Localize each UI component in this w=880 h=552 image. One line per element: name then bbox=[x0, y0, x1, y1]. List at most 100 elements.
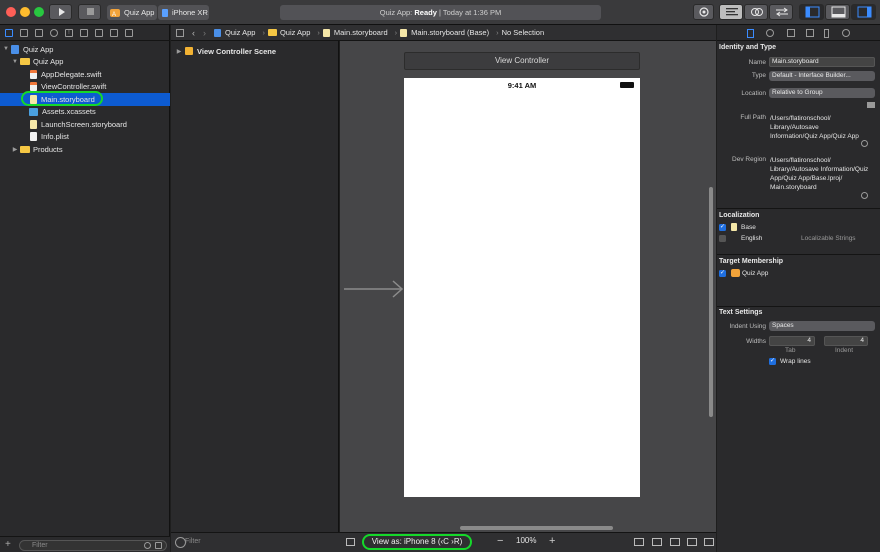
section-title-text-settings: Text Settings bbox=[719, 309, 763, 316]
find-navigator-tab-icon[interactable] bbox=[50, 28, 58, 37]
standard-editor-button[interactable] bbox=[719, 4, 743, 20]
tree-item-label: Info.plist bbox=[41, 132, 69, 142]
project-navigator-tab-icon[interactable] bbox=[5, 28, 13, 37]
forward-chevron-icon[interactable]: › bbox=[203, 28, 206, 38]
toggle-navigator-button[interactable] bbox=[799, 4, 824, 20]
source-control-tab-icon[interactable] bbox=[20, 28, 28, 37]
status-app: Quiz App: bbox=[379, 8, 415, 17]
loc-english-checkbox[interactable] bbox=[719, 235, 726, 242]
tree-item-project[interactable]: ▼ Quiz App bbox=[0, 43, 170, 56]
identity-inspector-tab-icon[interactable] bbox=[787, 29, 795, 37]
breadcrumb-separator-icon: › bbox=[394, 28, 398, 37]
breadcrumb-group[interactable]: Quiz App bbox=[267, 28, 311, 37]
jump-bar: ‹ › Quiz App › Quiz App › Main.storyboar… bbox=[171, 25, 716, 41]
type-value: Default - Interface Builder... bbox=[772, 72, 851, 79]
attributes-inspector-tab-icon[interactable] bbox=[806, 29, 814, 37]
disclosure-closed-icon[interactable]: ▶ bbox=[12, 146, 18, 153]
loc-base-checkbox[interactable]: ✓ bbox=[719, 224, 726, 231]
outline-item-scene[interactable]: ▶ View Controller Scene bbox=[171, 45, 339, 58]
version-editor-button[interactable] bbox=[769, 4, 793, 20]
tree-item-appdelegate[interactable]: AppDelegate.swift bbox=[0, 68, 170, 81]
breadcrumb-file[interactable]: Main.storyboard bbox=[322, 28, 388, 37]
tree-item-info-plist[interactable]: Info.plist bbox=[0, 131, 170, 144]
zoom-in-icon[interactable]: + bbox=[549, 535, 555, 547]
breadcrumb-localization[interactable]: Main.storyboard (Base) bbox=[400, 28, 489, 37]
embed-in-stack-icon[interactable] bbox=[634, 538, 644, 546]
breadcrumb-separator-icon: › bbox=[262, 28, 265, 37]
breadcrumb-label: Quiz App bbox=[279, 28, 311, 37]
assistant-editor-button[interactable] bbox=[744, 4, 768, 20]
tree-item-label: AppDelegate.swift bbox=[41, 69, 102, 79]
debug-navigator-tab-icon[interactable] bbox=[95, 28, 103, 37]
add-constraints-icon[interactable] bbox=[687, 538, 697, 546]
modified-files-icon[interactable] bbox=[155, 542, 162, 549]
view-as-device-button[interactable]: View as: iPhone 8 (‹C ›R) bbox=[362, 534, 472, 550]
recent-files-icon[interactable] bbox=[144, 542, 151, 549]
align-icon[interactable] bbox=[670, 538, 680, 546]
horizontal-scrollbar[interactable] bbox=[460, 526, 613, 530]
resolve-issues-icon[interactable] bbox=[704, 538, 714, 546]
choose-folder-icon[interactable] bbox=[867, 102, 875, 108]
reveal-in-finder-icon[interactable] bbox=[861, 192, 868, 199]
issue-navigator-tab-icon[interactable]: ! bbox=[65, 28, 73, 37]
location-label: Location bbox=[741, 90, 766, 97]
entry-point-arrow-icon[interactable] bbox=[344, 279, 404, 299]
target-checkbox[interactable]: ✓ bbox=[719, 270, 726, 277]
symbol-navigator-tab-icon[interactable] bbox=[35, 28, 43, 37]
name-field[interactable]: Main.storyboard bbox=[769, 57, 875, 67]
tree-item-products[interactable]: ▶ Products bbox=[0, 143, 170, 156]
toggle-debug-area-button[interactable] bbox=[825, 4, 850, 20]
disclosure-open-icon[interactable]: ▼ bbox=[3, 46, 9, 52]
view-controller-canvas[interactable]: 9:41 AM bbox=[404, 78, 640, 497]
connections-inspector-tab-icon[interactable] bbox=[842, 29, 850, 37]
loc-english-label: English bbox=[741, 235, 763, 242]
tree-item-launchscreen[interactable]: LaunchScreen.storyboard bbox=[0, 118, 170, 131]
location-popup[interactable]: Relative to Group bbox=[769, 88, 875, 98]
run-button[interactable] bbox=[49, 4, 72, 20]
breadcrumb-label: Quiz App bbox=[225, 28, 256, 37]
library-button[interactable] bbox=[693, 4, 714, 20]
indent-width-field[interactable]: 4 bbox=[824, 336, 868, 346]
zoom-window-button[interactable] bbox=[34, 7, 44, 17]
stop-button[interactable] bbox=[78, 4, 101, 20]
device-selector[interactable]: iPhone XR bbox=[158, 5, 209, 20]
outline-filter-input[interactable]: Filter bbox=[185, 538, 201, 545]
storyboard-file-icon bbox=[30, 119, 37, 129]
breadcrumb-project[interactable]: Quiz App bbox=[214, 28, 255, 37]
embed-in-icon[interactable] bbox=[652, 538, 662, 546]
report-navigator-tab-icon[interactable] bbox=[125, 28, 133, 37]
type-popup[interactable]: Default - Interface Builder... bbox=[769, 71, 875, 81]
add-icon[interactable]: + bbox=[5, 540, 14, 550]
breadcrumb-separator-icon: › bbox=[496, 28, 499, 37]
close-window-button[interactable] bbox=[6, 7, 16, 17]
toggle-inspector-button[interactable] bbox=[851, 4, 876, 20]
indent-using-popup[interactable]: Spaces bbox=[769, 321, 875, 331]
breadcrumb-selection[interactable]: No Selection bbox=[502, 28, 545, 37]
disclosure-open-icon[interactable]: ▼ bbox=[12, 59, 18, 65]
quick-help-tab-icon[interactable] bbox=[766, 29, 774, 37]
tree-item-group-quiz-app[interactable]: ▼ Quiz App bbox=[0, 56, 170, 69]
zoom-out-icon[interactable]: − bbox=[497, 535, 503, 547]
view-controller-title-bar[interactable]: View Controller bbox=[404, 52, 640, 70]
tree-item-assets[interactable]: Assets.xcassets bbox=[0, 106, 170, 119]
vertical-scrollbar[interactable] bbox=[709, 187, 713, 417]
breakpoint-navigator-tab-icon[interactable] bbox=[110, 28, 118, 37]
related-items-icon[interactable] bbox=[176, 28, 184, 37]
disclosure-closed-icon[interactable]: ▶ bbox=[176, 48, 182, 55]
scheme-selector[interactable]: A Quiz App bbox=[107, 5, 157, 20]
back-chevron-icon[interactable]: ‹ bbox=[192, 28, 195, 38]
scheme-target-label: Quiz App bbox=[124, 8, 155, 17]
wrap-lines-checkbox[interactable]: ✓ bbox=[769, 358, 776, 365]
test-navigator-tab-icon[interactable] bbox=[80, 28, 88, 37]
plist-file-icon bbox=[30, 132, 37, 142]
reveal-in-finder-icon[interactable] bbox=[861, 140, 868, 147]
minimize-window-button[interactable] bbox=[20, 7, 30, 17]
section-title-target: Target Membership bbox=[719, 258, 784, 265]
document-outline: ▶ View Controller Scene bbox=[171, 41, 339, 532]
stop-icon bbox=[87, 8, 94, 15]
file-inspector-tab-icon[interactable] bbox=[747, 29, 754, 38]
size-inspector-tab-icon[interactable] bbox=[824, 29, 829, 38]
hide-outline-icon[interactable] bbox=[346, 538, 355, 546]
loc-strings-popup[interactable]: Localizable Strings bbox=[801, 235, 856, 242]
tab-width-field[interactable]: 4 bbox=[769, 336, 815, 346]
